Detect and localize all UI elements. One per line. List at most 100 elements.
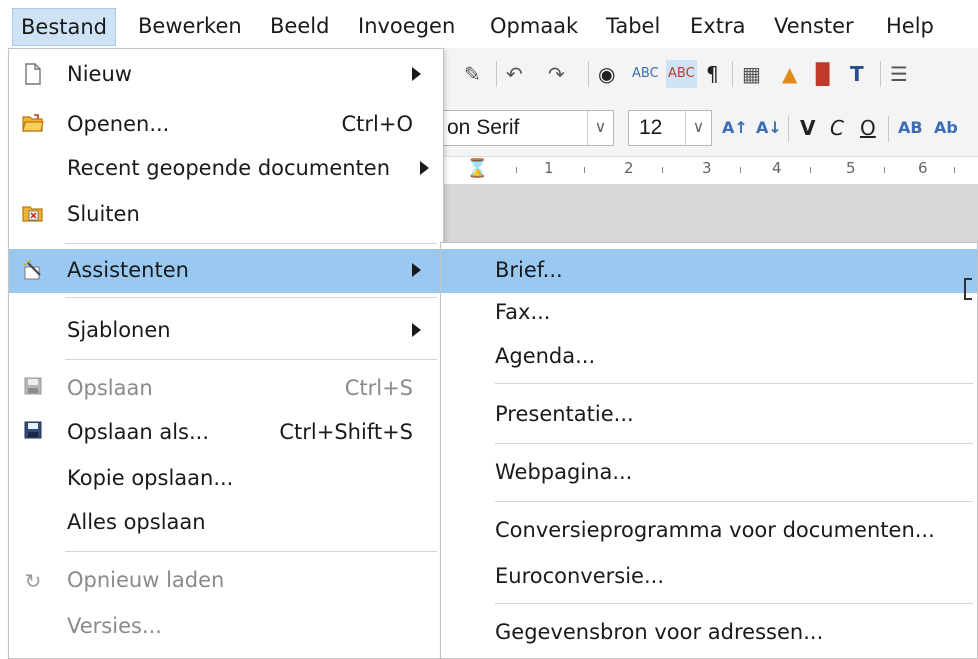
toolbar-separator xyxy=(588,61,589,87)
insert-textbox-icon[interactable]: T xyxy=(850,60,864,88)
menu-item-recent[interactable]: Recent geopende documenten xyxy=(9,147,443,191)
spelling-icon[interactable]: ABC xyxy=(632,60,659,88)
insert-page-break-icon[interactable]: ☰ xyxy=(890,60,908,88)
ruler-tick xyxy=(516,167,517,173)
submenu-item-webpagina[interactable]: Webpagina... xyxy=(441,451,977,495)
menu-item-versies[interactable]: Versies... xyxy=(9,605,443,649)
menu-item-nieuw[interactable]: Nieuw xyxy=(9,53,443,97)
menu-separator xyxy=(65,551,437,552)
redo-icon[interactable]: ↷ xyxy=(548,60,565,88)
menu-venster[interactable]: Venster xyxy=(766,8,862,46)
menu-item-label: Assistenten xyxy=(67,258,189,282)
uppercase-icon[interactable]: AB xyxy=(898,114,923,142)
menu-item-openen[interactable]: Openen... Ctrl+O xyxy=(9,103,443,147)
submenu-item-presentatie[interactable]: Presentatie... xyxy=(441,393,977,437)
insert-table-icon[interactable]: ▦ xyxy=(742,60,761,88)
menu-item-label: Versies... xyxy=(67,614,162,638)
submenu-item-agenda[interactable]: Agenda... xyxy=(441,335,977,379)
submenu-arrow-icon xyxy=(412,263,421,277)
submenu-separator xyxy=(495,443,973,444)
menu-item-label: Opslaan als... xyxy=(67,420,210,444)
decrease-font-icon[interactable]: A↓ xyxy=(756,114,782,142)
menu-bestand[interactable]: Bestand xyxy=(12,8,117,46)
menu-item-label: Recent geopende documenten xyxy=(67,156,391,180)
submenu-item-euroconversie[interactable]: Euroconversie... xyxy=(441,555,977,599)
indent-marker-icon[interactable]: ⌛ xyxy=(466,155,488,183)
ruler-tick xyxy=(662,167,663,173)
menu-beeld[interactable]: Beeld xyxy=(262,8,337,46)
insert-chart-icon[interactable]: ▉ xyxy=(816,60,831,88)
ruler-tick xyxy=(884,167,885,173)
ruler-number: 3 xyxy=(702,159,712,177)
text-cursor-icon xyxy=(964,278,972,300)
lowercase-icon[interactable]: Ab xyxy=(934,114,958,142)
menu-help[interactable]: Help xyxy=(878,8,942,46)
menu-item-opslaan[interactable]: Opslaan Ctrl+S xyxy=(9,367,443,411)
font-name-combobox[interactable]: on Serif ∨ xyxy=(436,110,614,146)
toolbar-separator xyxy=(880,61,881,87)
ruler-number: 4 xyxy=(772,159,782,177)
menu-invoegen[interactable]: Invoegen xyxy=(350,8,463,46)
submenu-arrow-icon xyxy=(412,323,421,337)
formatting-marks-icon[interactable]: ¶ xyxy=(706,60,719,88)
close-document-icon xyxy=(21,203,45,227)
menu-item-opnieuw-laden[interactable]: ↻ Opnieuw laden xyxy=(9,559,443,603)
toolbar-separator xyxy=(732,61,733,87)
toolbar-separator xyxy=(496,61,497,87)
menu-item-alles-opslaan[interactable]: Alles opslaan xyxy=(9,501,443,545)
submenu-separator xyxy=(495,603,973,604)
underline-icon[interactable]: O xyxy=(860,114,876,142)
submenu-arrow-icon xyxy=(420,161,429,175)
ruler-tick xyxy=(584,167,585,173)
save-as-icon xyxy=(21,421,45,445)
submenu-separator xyxy=(495,501,973,502)
reload-icon: ↻ xyxy=(24,569,42,593)
submenu-item-label: Webpagina... xyxy=(495,460,633,484)
menu-item-label: Sjablonen xyxy=(67,318,171,342)
chevron-down-icon[interactable]: ∨ xyxy=(685,111,711,145)
chevron-down-icon[interactable]: ∨ xyxy=(587,111,613,145)
ruler-tick xyxy=(740,167,741,173)
submenu-item-label: Brief... xyxy=(495,258,563,282)
bold-icon[interactable]: V xyxy=(800,114,815,142)
toolbar-separator xyxy=(788,116,789,142)
insert-image-icon[interactable]: ▲ xyxy=(782,60,797,88)
menu-extra[interactable]: Extra xyxy=(682,8,753,46)
submenu-arrow-icon xyxy=(412,67,421,81)
menu-item-assistenten[interactable]: Assistenten xyxy=(9,249,443,293)
submenu-item-gegevensbron[interactable]: Gegevensbron voor adressen... xyxy=(441,611,977,655)
menu-item-kopie-opslaan[interactable]: Kopie opslaan... xyxy=(9,457,443,501)
wizards-submenu: Brief... Fax... Agenda... Presentatie...… xyxy=(440,242,978,659)
find-replace-icon[interactable]: ◉ xyxy=(598,60,615,88)
increase-font-icon[interactable]: A↑ xyxy=(722,114,748,142)
undo-icon[interactable]: ↶ xyxy=(506,60,523,88)
italic-icon[interactable]: C xyxy=(830,114,844,142)
ruler-tick xyxy=(810,167,811,173)
menu-opmaak[interactable]: Opmaak xyxy=(482,8,586,46)
font-size-value: 12 xyxy=(639,116,663,139)
submenu-item-conversieprogramma[interactable]: Conversieprogramma voor documenten... xyxy=(441,509,977,553)
clone-formatting-icon[interactable]: ✎ xyxy=(464,60,481,88)
new-document-icon xyxy=(21,63,45,87)
menu-item-opslaan-als[interactable]: Opslaan als... Ctrl+Shift+S xyxy=(9,411,443,455)
submenu-item-label: Presentatie... xyxy=(495,402,634,426)
menu-bewerken[interactable]: Bewerken xyxy=(130,8,250,46)
menu-item-sluiten[interactable]: Sluiten xyxy=(9,193,443,237)
menu-item-label: Nieuw xyxy=(67,62,132,86)
ruler-number: 2 xyxy=(624,159,634,177)
submenu-item-label: Gegevensbron voor adressen... xyxy=(495,620,824,644)
ruler-tick xyxy=(954,167,955,173)
font-size-combobox[interactable]: 12 ∨ xyxy=(628,110,712,146)
submenu-item-label: Agenda... xyxy=(495,344,596,368)
auto-spellcheck-icon[interactable]: ABC xyxy=(666,60,697,88)
font-name-value: on Serif xyxy=(447,116,520,139)
submenu-item-fax[interactable]: Fax... xyxy=(441,291,977,335)
menu-tabel[interactable]: Tabel xyxy=(598,8,668,46)
horizontal-ruler[interactable]: ⌛ 1 2 3 4 5 6 xyxy=(440,156,978,184)
menu-item-shortcut: Ctrl+O xyxy=(341,112,414,136)
menu-bar: Bestand Bewerken Beeld Invoegen Opmaak T… xyxy=(0,0,978,48)
menu-item-label: Sluiten xyxy=(67,202,140,226)
menu-item-label: Opnieuw laden xyxy=(67,568,225,592)
menu-item-sjablonen[interactable]: Sjablonen xyxy=(9,309,443,353)
submenu-item-brief[interactable]: Brief... xyxy=(441,249,977,293)
